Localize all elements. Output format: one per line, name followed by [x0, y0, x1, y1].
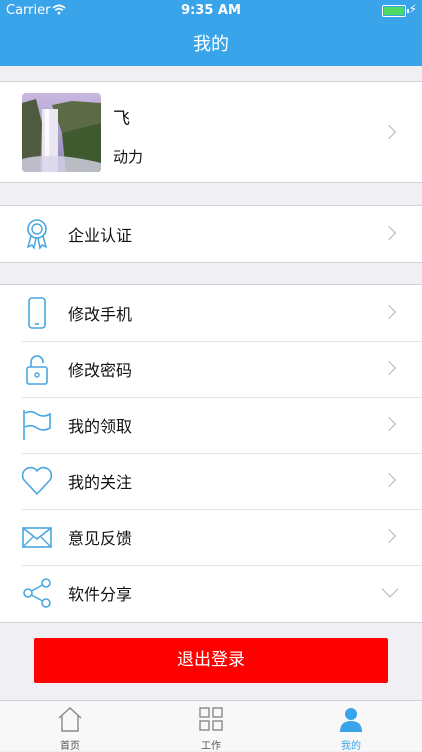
tab-mine[interactable]: 我的	[281, 701, 421, 752]
menu-item-label: 软件分享	[68, 585, 133, 604]
heart-icon	[21, 466, 53, 495]
menu-item-label: 修改密码	[68, 361, 133, 380]
status-bar: Carrier 9:35 AM ⚡	[0, 0, 422, 22]
chevron-right-icon	[381, 528, 397, 544]
tab-work[interactable]: 工作	[141, 701, 281, 752]
menu-item-my-claims[interactable]: 我的领取	[0, 397, 422, 454]
menu-item-label: 我的关注	[68, 473, 133, 492]
lock-icon	[26, 355, 48, 385]
tab-bar: 首页 工作 我的	[0, 700, 422, 752]
menu-item-label: 修改手机	[68, 305, 133, 324]
grid-icon	[199, 707, 223, 731]
profile-name: 飞	[113, 109, 130, 129]
menu-item-label: 我的领取	[68, 417, 133, 436]
profile-row[interactable]: 飞 动力	[0, 81, 422, 183]
settings-menu: 修改手机 修改密码 我的领取 我的关注 意见反馈 软件分享	[0, 284, 422, 623]
chevron-right-icon	[381, 472, 397, 488]
menu-item-label: 意见反馈	[68, 529, 133, 548]
profile-subtitle: 动力	[113, 148, 144, 166]
chevron-down-icon[interactable]	[381, 580, 399, 598]
chevron-right-icon	[381, 360, 397, 376]
certification-section: 企业认证	[0, 205, 422, 263]
person-icon	[340, 708, 362, 732]
menu-item-change-password[interactable]: 修改密码	[0, 341, 422, 398]
chevron-right-icon	[381, 225, 397, 241]
chevron-right-icon	[381, 124, 397, 140]
navigation-bar: Carrier 9:35 AM ⚡ 我的	[0, 0, 422, 66]
menu-item-change-phone[interactable]: 修改手机	[0, 285, 422, 342]
page-title: 我的	[193, 34, 229, 55]
avatar	[22, 93, 101, 172]
certificate-icon	[26, 219, 48, 250]
mail-icon	[22, 527, 52, 548]
flag-icon	[23, 410, 51, 440]
menu-item-feedback[interactable]: 意见反馈	[0, 509, 422, 566]
chevron-right-icon	[381, 416, 397, 432]
phone-icon	[28, 297, 46, 329]
chevron-right-icon	[381, 304, 397, 320]
menu-item-my-follows[interactable]: 我的关注	[0, 453, 422, 510]
logout-button[interactable]: 退出登录	[34, 638, 388, 683]
tab-home[interactable]: 首页	[0, 701, 140, 752]
clock: 9:35 AM	[181, 3, 241, 18]
share-icon	[23, 578, 51, 608]
battery-icon	[382, 5, 409, 17]
charging-icon: ⚡	[408, 2, 417, 16]
menu-item-certification[interactable]: 企业认证	[0, 206, 422, 262]
menu-item-share-app[interactable]: 软件分享	[0, 565, 422, 621]
home-icon	[58, 707, 82, 732]
menu-item-label: 企业认证	[68, 226, 133, 245]
